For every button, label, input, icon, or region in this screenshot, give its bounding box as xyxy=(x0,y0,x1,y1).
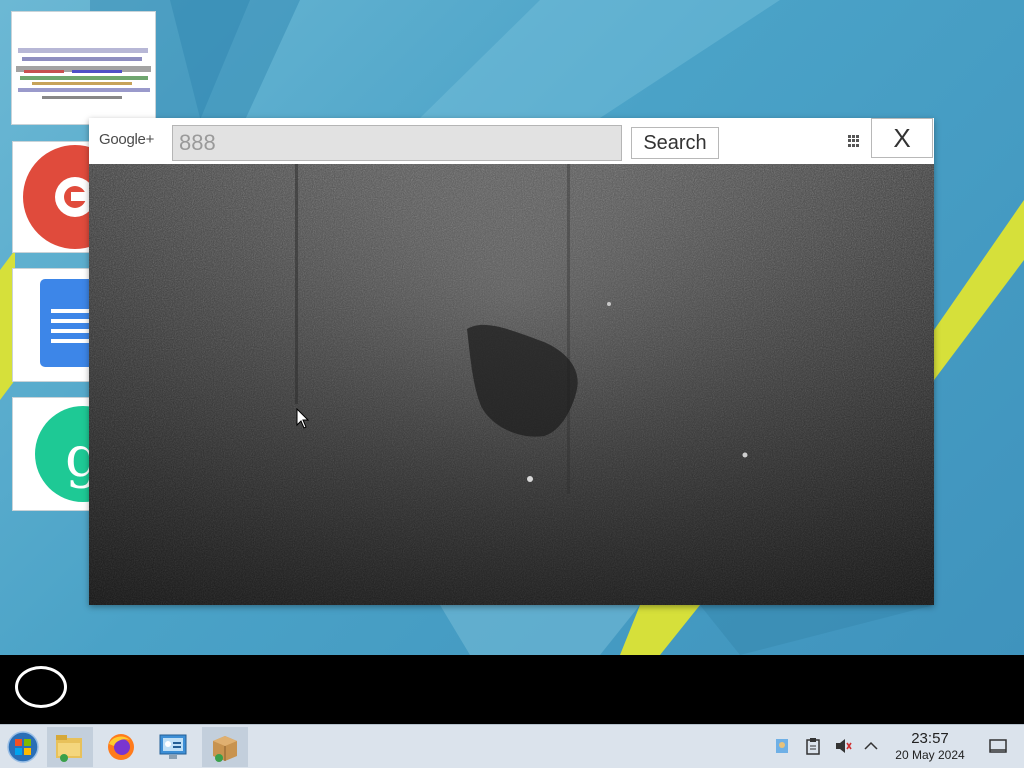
docs-icon xyxy=(40,279,93,367)
night-camera-image xyxy=(89,164,934,605)
google-plus-logo: Google+ xyxy=(99,131,155,148)
apps-grid-icon[interactable] xyxy=(848,135,860,147)
user-tray-icon[interactable] xyxy=(773,737,791,755)
green-g-app-tile[interactable]: g xyxy=(12,397,94,511)
folder-icon xyxy=(56,735,82,762)
green-g-icon: g xyxy=(35,406,93,502)
chevron-up-icon[interactable] xyxy=(862,737,880,755)
mouse-cursor-icon xyxy=(296,408,310,429)
clipboard-tray-icon[interactable] xyxy=(804,737,822,755)
file-manager-taskbar-button[interactable] xyxy=(47,727,93,767)
search-input[interactable] xyxy=(172,125,622,161)
taskbar: 23:57 20 May 2024 xyxy=(0,724,1024,768)
firefox-taskbar-button[interactable] xyxy=(98,727,144,767)
popup-toolbar: Google+ Search X xyxy=(89,118,934,164)
thumbnail-tile[interactable] xyxy=(11,11,156,125)
firefox-icon xyxy=(108,734,134,760)
home-circle-button[interactable] xyxy=(15,666,67,708)
google-plus-app-tile[interactable] xyxy=(12,141,94,253)
volume-muted-icon[interactable] xyxy=(834,737,852,755)
show-desktop-icon[interactable] xyxy=(989,737,1007,755)
network-computer-icon xyxy=(159,734,187,759)
windows-start-icon xyxy=(7,731,39,763)
network-settings-taskbar-button[interactable] xyxy=(150,727,196,767)
package-box-icon xyxy=(213,736,237,762)
launcher-bar xyxy=(0,655,1024,724)
clock-time[interactable]: 23:57 xyxy=(892,730,968,747)
google-g-icon xyxy=(23,145,93,249)
thumbnail-image xyxy=(12,12,155,124)
clock-date[interactable]: 20 May 2024 xyxy=(884,748,976,762)
google-search-popup: Google+ Search X xyxy=(89,118,934,605)
search-button[interactable]: Search xyxy=(631,127,719,159)
desktop-wallpaper: g Google+ Search X xyxy=(0,0,1024,655)
start-button[interactable] xyxy=(0,727,46,767)
close-button[interactable]: X xyxy=(871,118,933,158)
docs-app-tile[interactable] xyxy=(12,268,94,382)
package-installer-taskbar-button[interactable] xyxy=(202,727,248,767)
camera-video-feed xyxy=(89,164,934,605)
